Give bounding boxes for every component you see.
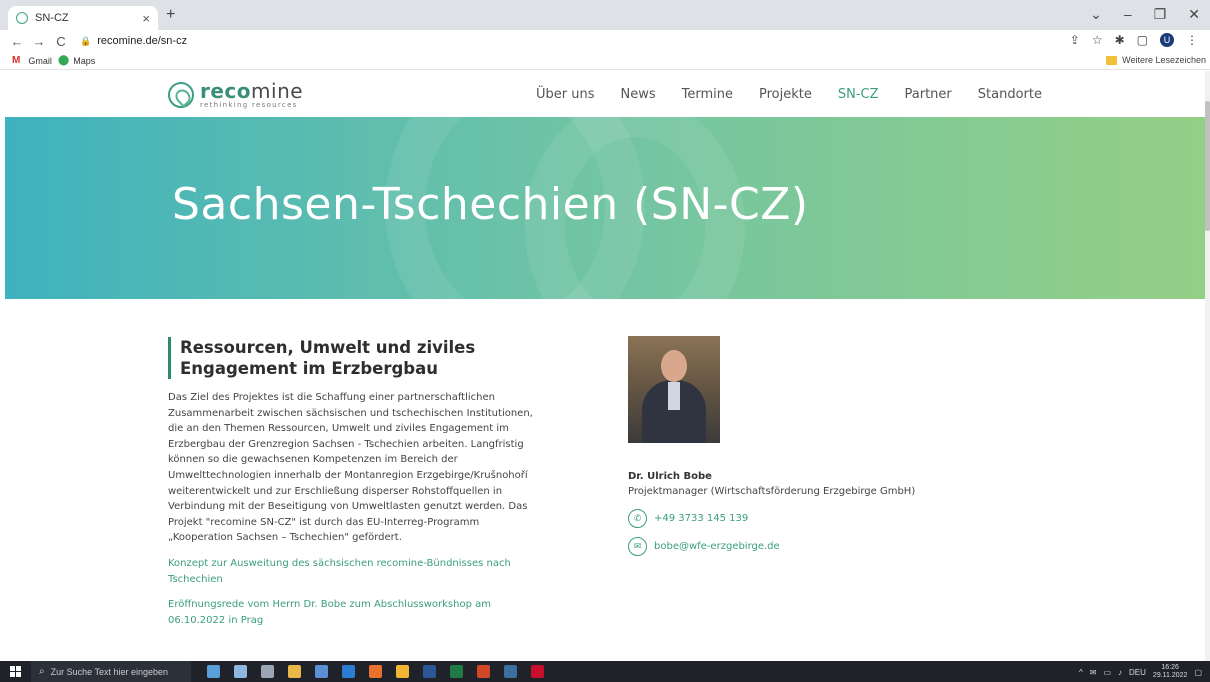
speech-link[interactable]: Eröffnungsrede vom Herrn Dr. Bobe zum Ab… <box>168 597 538 628</box>
profile-avatar[interactable]: U <box>1160 33 1174 47</box>
excel-icon[interactable] <box>450 665 463 678</box>
taskbar-search[interactable]: ⌕ Zur Suche Text hier eingeben <box>31 661 191 682</box>
nav-item-ueber-uns[interactable]: Über uns <box>536 87 595 102</box>
chrome-icon[interactable] <box>396 665 409 678</box>
taskbar-apps <box>207 665 544 678</box>
firefox-icon[interactable] <box>369 665 382 678</box>
other-bookmarks[interactable]: Weitere Lesezeichen <box>1106 55 1206 65</box>
menu-kebab-icon[interactable]: ⋮ <box>1186 33 1198 47</box>
explorer-icon[interactable] <box>288 665 301 678</box>
browser-tab[interactable]: SN-CZ × <box>8 6 158 30</box>
toolbar-icons: ⇪ ☆ ✱ ▢ U ⋮ <box>1070 33 1198 47</box>
tab-search-icon[interactable]: ⌄ <box>1090 6 1102 23</box>
nav-item-sn-cz[interactable]: SN-CZ <box>838 87 879 102</box>
address-bar[interactable]: 🔒 recomine.de/sn-cz <box>80 35 187 47</box>
outlook-icon[interactable] <box>315 665 328 678</box>
powerpoint-icon[interactable] <box>477 665 490 678</box>
phone-number[interactable]: +49 3733 145 139 <box>654 513 748 524</box>
forward-arrow-icon[interactable]: → <box>28 34 50 49</box>
url-text[interactable]: recomine.de/sn-cz <box>97 35 187 47</box>
notification-icon[interactable]: ▢ <box>1194 668 1202 677</box>
sidepanel-icon[interactable]: ▢ <box>1137 33 1148 47</box>
other-bookmarks-label: Weitere Lesezeichen <box>1122 55 1206 65</box>
contact-email[interactable]: ✉ bobe@wfe-erzgebirge.de <box>628 537 988 556</box>
mail-icon: ✉ <box>628 537 647 556</box>
bookmarks-bar: M Gmail ⬤ Maps Weitere Lesezeichen <box>0 52 1210 70</box>
bookmark-maps[interactable]: ⬤ Maps <box>58 55 95 66</box>
logo-wordmark: recomine <box>200 79 304 103</box>
site-header: recomine rethinking resources Über uns N… <box>0 71 1205 117</box>
new-tab-button[interactable]: + <box>166 6 175 24</box>
clock-date: 29.11.2022 <box>1152 672 1188 679</box>
windows-taskbar: ⌕ Zur Suche Text hier eingeben ^ ✉ ▭ ♪ D… <box>0 661 1210 682</box>
tray-chevron-icon[interactable]: ^ <box>1079 668 1083 677</box>
contact-phone[interactable]: ✆ +49 3733 145 139 <box>628 509 988 528</box>
recomine-favicon-icon <box>16 12 28 24</box>
window-close-button[interactable]: ✕ <box>1188 6 1200 23</box>
nav-item-partner[interactable]: Partner <box>905 87 952 102</box>
restore-button[interactable]: ❐ <box>1154 6 1167 23</box>
extensions-puzzle-icon[interactable]: ✱ <box>1115 33 1125 47</box>
bookmark-gmail[interactable]: M Gmail <box>12 55 52 66</box>
network-icon[interactable]: ▭ <box>1103 668 1111 677</box>
contact-name: Dr. Ulrich Bobe <box>628 471 712 482</box>
back-arrow-icon[interactable]: ← <box>6 34 28 49</box>
nav-item-news[interactable]: News <box>621 87 656 102</box>
edge-browser-icon[interactable] <box>342 665 355 678</box>
edge-icon[interactable] <box>234 665 247 678</box>
hero-banner: Sachsen-Tschechien (SN-CZ) <box>5 117 1205 299</box>
task-view-icon[interactable] <box>261 665 274 678</box>
gmail-icon: M <box>12 55 21 66</box>
page-title: Sachsen-Tschechien (SN-CZ) <box>172 179 809 230</box>
contact-card: Dr. Ulrich Bobe Projektmanager (Wirtscha… <box>628 336 988 556</box>
scrollbar-thumb[interactable] <box>1205 101 1210 231</box>
nav-item-projekte[interactable]: Projekte <box>759 87 812 102</box>
share-icon[interactable]: ⇪ <box>1070 33 1080 47</box>
clock[interactable]: 16:26 29.11.2022 <box>1153 664 1188 680</box>
description-paragraph: Das Ziel des Projektes ist die Schaffung… <box>168 392 533 544</box>
tab-close-icon[interactable]: × <box>142 11 150 26</box>
lock-icon[interactable]: 🔒 <box>80 36 91 47</box>
nav-item-termine[interactable]: Termine <box>682 87 733 102</box>
contact-role: Projektmanager (Wirtschaftsförderung Erz… <box>628 486 916 497</box>
system-tray: ^ ✉ ▭ ♪ DEU 16:26 29.11.2022 ▢ <box>1079 664 1202 680</box>
window-controls: ⌄ – ❐ ✕ <box>1090 6 1200 23</box>
main-content: Ressourcen, Umwelt und ziviles Engagemen… <box>0 299 1205 659</box>
logo-tagline: rethinking resources <box>200 101 298 109</box>
recomine-logo-icon <box>168 82 194 108</box>
page-scrollbar[interactable] <box>1205 71 1210 661</box>
volume-icon[interactable]: ♪ <box>1118 668 1122 677</box>
bookmark-label: Maps <box>73 55 96 66</box>
main-navigation: Über uns News Termine Projekte SN-CZ Par… <box>536 87 1068 102</box>
search-icon: ⌕ <box>39 666 45 677</box>
recomine-logo[interactable]: recomine rethinking resources <box>168 81 303 109</box>
minimize-button[interactable]: – <box>1124 6 1132 23</box>
contact-photo <box>628 336 720 443</box>
tab-title: SN-CZ <box>35 12 69 24</box>
bookmark-star-icon[interactable]: ☆ <box>1092 33 1103 47</box>
maps-pin-icon: ⬤ <box>58 55 70 66</box>
browser-tab-bar: SN-CZ × + ⌄ – ❐ ✕ <box>0 0 1210 30</box>
nav-item-standorte[interactable]: Standorte <box>978 87 1042 102</box>
folder-icon <box>1106 55 1118 65</box>
clock-time: 16:26 <box>1161 664 1179 671</box>
concept-link[interactable]: Konzept zur Ausweitung des sächsischen r… <box>168 556 538 587</box>
acrobat-icon[interactable] <box>531 665 544 678</box>
bookmark-label: Gmail <box>28 55 52 66</box>
windows-start-icon[interactable] <box>10 666 21 677</box>
search-placeholder: Zur Suche Text hier eingeben <box>50 666 169 677</box>
app-icon[interactable] <box>504 665 517 678</box>
project-description: Ressourcen, Umwelt und ziviles Engagemen… <box>168 337 538 628</box>
language-indicator[interactable]: DEU <box>1129 668 1146 677</box>
email-address[interactable]: bobe@wfe-erzgebirge.de <box>654 541 780 552</box>
cortana-icon[interactable] <box>207 665 220 678</box>
phone-icon: ✆ <box>628 509 647 528</box>
mail-tray-icon[interactable]: ✉ <box>1090 668 1097 677</box>
reload-icon[interactable]: C <box>50 34 72 49</box>
address-bar-row: ← → C 🔒 recomine.de/sn-cz ⇪ ☆ ✱ ▢ U ⋮ <box>0 30 1210 52</box>
section-heading: Ressourcen, Umwelt und ziviles Engagemen… <box>168 337 538 379</box>
word-icon[interactable] <box>423 665 436 678</box>
